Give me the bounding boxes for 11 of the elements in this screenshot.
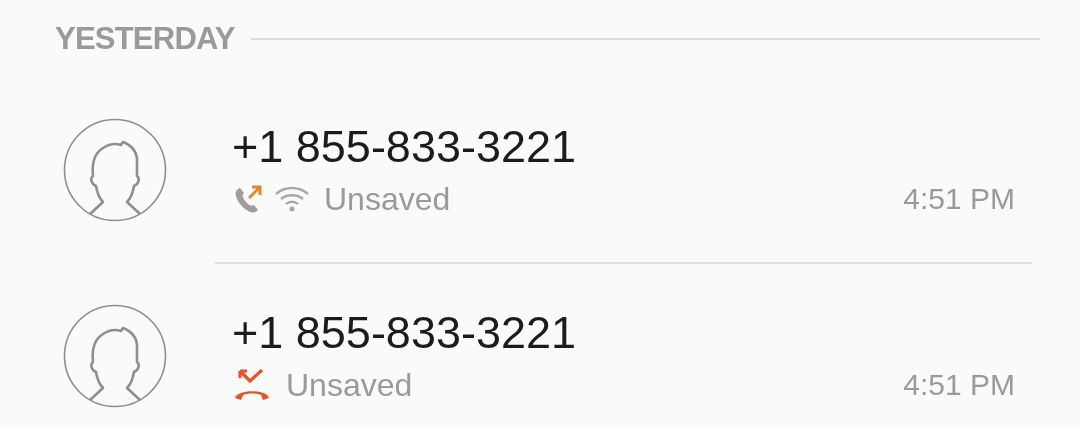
phone-number: +1 855-833-3221 [232,121,578,173]
call-log-item[interactable]: +1 855-833-3221 Unsaved 4:51 PM [0,78,1080,262]
call-time: 4:51 PM [903,181,1015,217]
contact-status: Unsaved [324,180,451,219]
section-header: YESTERDAY [55,19,235,58]
avatar-icon [63,118,167,222]
call-log-item[interactable]: +1 855-833-3221 Unsaved 4:51 PM [0,264,1080,427]
contact-status: Unsaved [286,366,413,405]
avatar-icon [63,304,167,408]
phone-number: +1 855-833-3221 [232,307,578,359]
call-time: 4:51 PM [903,367,1015,403]
